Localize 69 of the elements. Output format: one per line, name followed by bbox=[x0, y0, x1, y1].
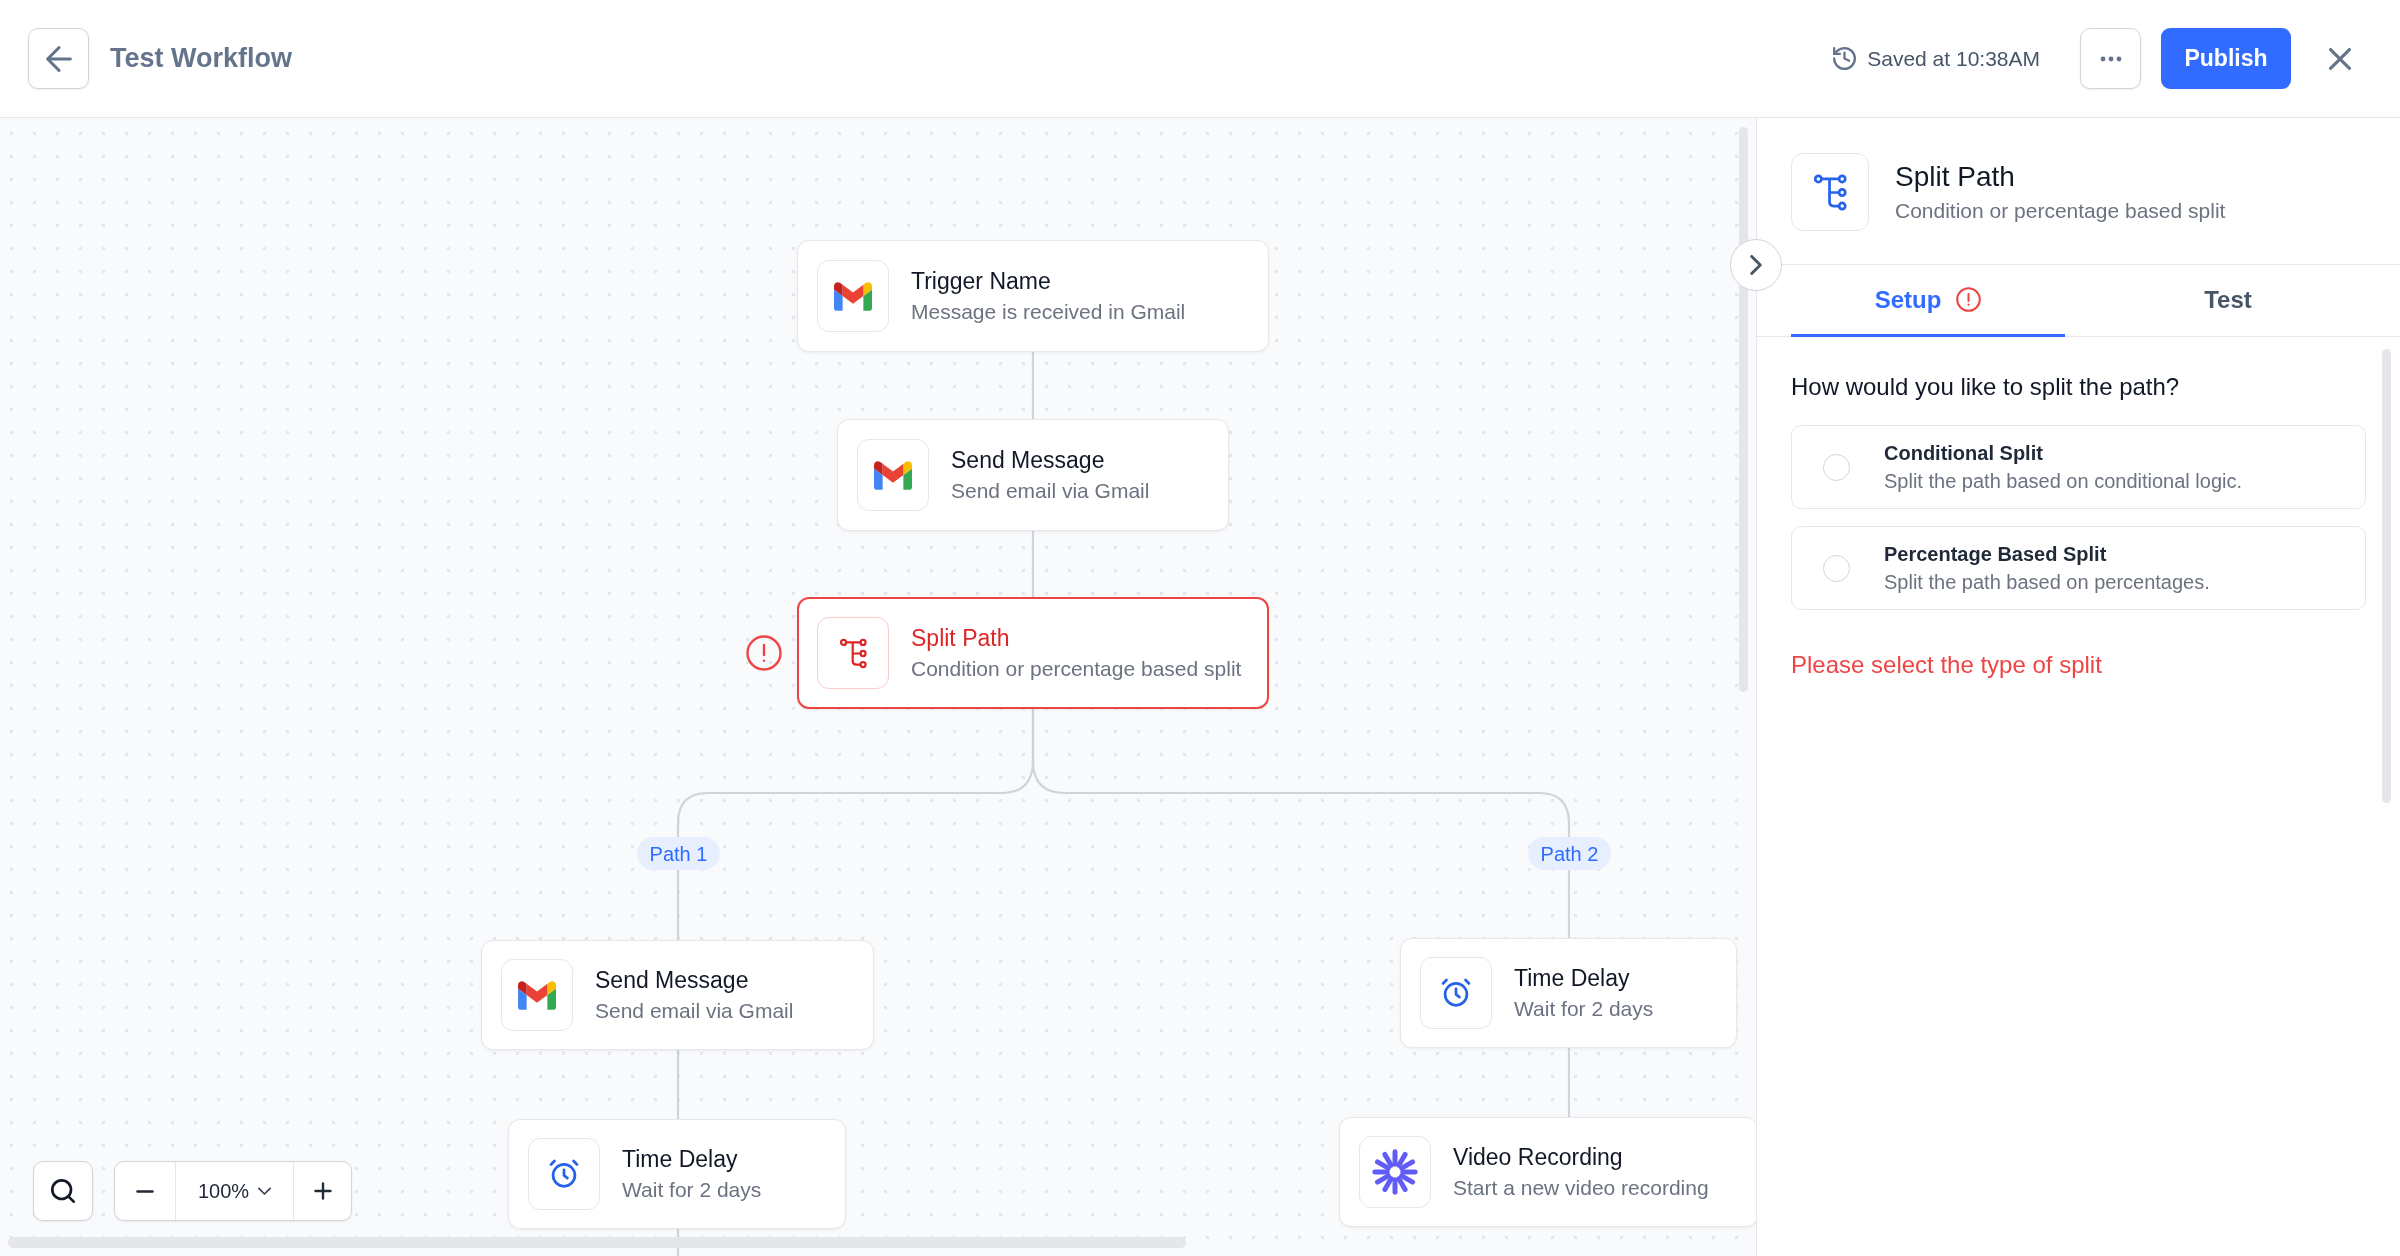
split-option[interactable]: Conditional Split Split the path based on conditional logic. bbox=[1791, 425, 2366, 509]
node-title: Send Message bbox=[951, 446, 1106, 475]
workflow-node[interactable]: Send Message Send email via Gmail bbox=[837, 419, 1229, 531]
vertical-scrollbar[interactable] bbox=[2382, 349, 2391, 803]
arrow-left-icon bbox=[45, 45, 72, 72]
node-subtitle: Wait for 2 days bbox=[1514, 996, 1654, 1022]
split-option[interactable]: Percentage Based Split Split the path based on percentages. bbox=[1791, 526, 2366, 610]
node-subtitle: Send email via Gmail bbox=[951, 478, 1150, 504]
option-title: Conditional Split bbox=[1884, 440, 2044, 466]
option-description: Split the path based on conditional logic. bbox=[1884, 468, 2243, 494]
workflow-node[interactable]: Video Recording Start a new video recording bbox=[1339, 1117, 1756, 1227]
workflow-title: Test Workflow bbox=[110, 42, 292, 76]
panel-title: Split Path bbox=[1895, 159, 2016, 194]
search-icon bbox=[51, 1179, 75, 1203]
plus-icon bbox=[313, 1182, 332, 1200]
node-title: Time Delay bbox=[1514, 964, 1631, 993]
more-options-button[interactable] bbox=[2080, 28, 2141, 89]
mail-logo-icon bbox=[857, 439, 929, 511]
alarm-clock-icon bbox=[1420, 957, 1492, 1029]
back-button[interactable] bbox=[28, 28, 89, 89]
alarm-clock-icon bbox=[528, 1138, 600, 1210]
option-description: Split the path based on percentages. bbox=[1884, 569, 2210, 595]
mail-logo-icon bbox=[817, 260, 889, 332]
node-subtitle: Start a new video recording bbox=[1453, 1175, 1709, 1201]
zoom-level-dropdown[interactable]: 100% bbox=[175, 1162, 294, 1220]
path-label: Path 2 bbox=[1528, 837, 1611, 870]
history-icon bbox=[1833, 47, 1857, 70]
workflow-node[interactable]: Time Delay Wait for 2 days bbox=[508, 1119, 846, 1229]
connector-line bbox=[1031, 531, 1035, 597]
publish-button[interactable]: Publish bbox=[2161, 28, 2291, 89]
tab[interactable]: Test bbox=[2065, 265, 2391, 337]
workflow-node[interactable]: Trigger Name Message is received in Gmail bbox=[797, 240, 1269, 352]
close-icon bbox=[2329, 47, 2351, 70]
ellipsis-icon bbox=[2099, 55, 2122, 62]
option-title: Percentage Based Split bbox=[1884, 541, 2108, 567]
search-button[interactable] bbox=[33, 1161, 93, 1221]
node-title: Time Delay bbox=[622, 1145, 739, 1174]
node-title: Trigger Name bbox=[911, 267, 1052, 296]
minus-icon bbox=[136, 1189, 154, 1193]
branch-icon bbox=[1791, 153, 1869, 231]
connector-line bbox=[1567, 870, 1571, 938]
connector-line bbox=[676, 1050, 680, 1119]
split-question: How would you like to split the path? bbox=[1791, 372, 2181, 402]
connector-line bbox=[1031, 352, 1035, 419]
node-subtitle: Condition or percentage based split bbox=[911, 656, 1242, 682]
connector-line bbox=[676, 870, 680, 940]
node-title: Split Path bbox=[911, 624, 1011, 653]
workflow-node[interactable]: Time Delay Wait for 2 days bbox=[1400, 938, 1737, 1048]
tab[interactable]: Setup bbox=[1791, 265, 2065, 337]
chevron-down-icon bbox=[258, 1187, 272, 1195]
workflow-node[interactable]: Split Path Condition or percentage based split bbox=[797, 597, 1269, 709]
node-subtitle: Wait for 2 days bbox=[622, 1177, 762, 1203]
chevron-right-icon bbox=[1750, 255, 1762, 275]
branch-icon bbox=[817, 617, 889, 689]
error-message: Please select the type of split bbox=[1791, 650, 2103, 680]
connector-line bbox=[1567, 1048, 1571, 1117]
save-status: Saved at 10:38AM bbox=[1867, 45, 2040, 72]
node-title: Video Recording bbox=[1453, 1143, 1624, 1172]
mail-logo-icon bbox=[501, 959, 573, 1031]
workflow-node[interactable]: Send Message Send email via Gmail bbox=[481, 940, 874, 1050]
vertical-scrollbar[interactable] bbox=[1739, 127, 1748, 692]
panel-subtitle: Condition or percentage based split bbox=[1895, 197, 2226, 224]
alert-icon bbox=[746, 635, 782, 671]
starburst-icon bbox=[1359, 1136, 1431, 1208]
path-label: Path 1 bbox=[637, 837, 720, 870]
node-title: Send Message bbox=[595, 966, 750, 995]
node-subtitle: Send email via Gmail bbox=[595, 998, 794, 1024]
node-subtitle: Message is received in Gmail bbox=[911, 299, 1186, 325]
horizontal-scrollbar[interactable] bbox=[8, 1237, 1186, 1248]
